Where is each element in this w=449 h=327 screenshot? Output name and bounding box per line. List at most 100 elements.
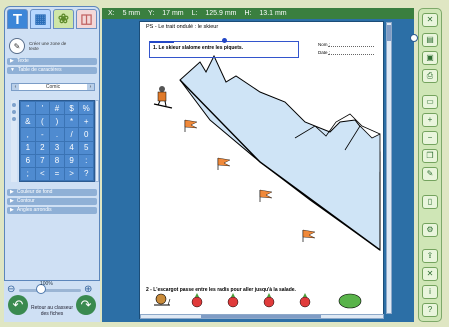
char-cell[interactable]: /: [64, 128, 79, 141]
char-cell[interactable]: &: [21, 115, 35, 128]
open-button[interactable]: ▤: [422, 33, 438, 47]
char-cell[interactable]: 2: [35, 141, 50, 154]
text-box-icon: ✎: [9, 38, 25, 54]
close-button[interactable]: ✕: [422, 13, 438, 27]
char-cell[interactable]: 4: [64, 141, 79, 154]
y-value: 17 mm: [162, 10, 184, 17]
delete-page-icon: −: [427, 133, 433, 142]
zoom-in-icon[interactable]: ⊕: [84, 285, 92, 295]
char-cell[interactable]: =: [50, 167, 64, 180]
char-cell[interactable]: #: [50, 102, 64, 115]
selection-bar: [150, 41, 174, 43]
open-icon: ▤: [426, 35, 434, 44]
flag-marker: [302, 229, 316, 242]
char-cell[interactable]: 5: [79, 141, 93, 154]
edit-icon: ✎: [426, 169, 434, 178]
delete-page-button[interactable]: −: [422, 131, 438, 145]
page-marker-icon[interactable]: [410, 34, 418, 42]
page-button[interactable]: ▭: [422, 95, 438, 109]
document-vertical-scrollbar[interactable]: [386, 22, 392, 314]
char-cell[interactable]: $: [64, 102, 79, 115]
tab-grid-icon[interactable]: ▦: [30, 9, 51, 29]
zoom-slider[interactable]: [19, 289, 81, 292]
char-cell[interactable]: +: [79, 115, 93, 128]
l-label: L:: [191, 10, 198, 17]
page-title: PS - Le trait ondulé : le skieur: [146, 24, 219, 30]
new-button[interactable]: ▯: [422, 195, 438, 209]
font-next-icon[interactable]: ›: [87, 84, 94, 90]
char-cell[interactable]: <: [35, 167, 50, 180]
coordinates-bar: X: 5 mm Y: 17 mm L: 125.9 mm H: 13.1 mm: [102, 8, 414, 19]
char-cell[interactable]: 0: [79, 128, 93, 141]
section-border[interactable]: ▶ Contour: [7, 198, 97, 205]
section-rounded-corners[interactable]: ▶ Angles arrondis: [7, 207, 97, 214]
redo-button[interactable]: ↷: [76, 295, 96, 315]
x-value: 5 mm: [122, 10, 141, 17]
save-button[interactable]: ▣: [422, 51, 438, 65]
section-bg-color[interactable]: ▶ Couleur de fond: [7, 189, 97, 196]
delete-button[interactable]: ✕: [422, 267, 438, 281]
char-cell[interactable]: 3: [50, 141, 64, 154]
char-cell[interactable]: 9: [64, 154, 79, 167]
back-to-folder-button[interactable]: Retour au classeur des fiches: [30, 305, 74, 317]
char-cell[interactable]: 8: [50, 154, 64, 167]
print-button[interactable]: ⎙: [422, 69, 438, 83]
tab-image-icon[interactable]: ❀: [53, 9, 74, 29]
char-cell[interactable]: ;: [21, 167, 35, 180]
section-text[interactable]: ▶ Texte: [7, 58, 97, 65]
character-table: " ' # $ % & ( ) * + , - . / 0 1 2 3 4 5 …: [19, 100, 95, 182]
section-border-label: Contour: [16, 198, 35, 204]
undo-button[interactable]: ↶: [8, 295, 28, 315]
worksheet-page[interactable]: PS - Le trait ondulé : le skieur 1. Le s…: [140, 22, 383, 318]
snail-figure: [154, 293, 171, 306]
rotate-handle[interactable]: [222, 38, 227, 43]
radish-figure: [299, 293, 311, 308]
char-cell[interactable]: 6: [21, 154, 35, 167]
char-cell[interactable]: -: [35, 128, 50, 141]
document-horizontal-scrollbar[interactable]: [140, 314, 384, 319]
export-button[interactable]: ⇪: [422, 249, 438, 263]
add-page-button[interactable]: +: [422, 113, 438, 127]
tab-shapes-icon[interactable]: ◫: [76, 9, 97, 29]
char-cell[interactable]: :: [79, 154, 93, 167]
radish-figure: [227, 293, 239, 308]
vscroll-thumb[interactable]: [387, 25, 391, 41]
zoom-out-icon[interactable]: ⊖: [7, 285, 15, 295]
edit-button[interactable]: ✎: [422, 167, 438, 181]
help-button[interactable]: ?: [422, 303, 438, 317]
font-prev-icon[interactable]: ‹: [12, 84, 19, 90]
left-tools-panel: T ▦ ❀ ◫ ✎ Créer une zone de texte ▶ Texte…: [4, 6, 100, 322]
instruction-1: 1. Le skieur slalome entre les piquets.: [153, 45, 244, 51]
char-table-scrollbar[interactable]: [95, 100, 99, 182]
char-cell[interactable]: %: [79, 102, 93, 115]
h-label: H:: [244, 10, 252, 17]
selected-text-box[interactable]: 1. Le skieur slalome entre les piquets.: [149, 38, 299, 58]
page-icon: ▭: [426, 97, 434, 106]
settings-button[interactable]: ⚙: [422, 223, 438, 237]
char-cell[interactable]: >: [64, 167, 79, 180]
char-cell[interactable]: *: [64, 115, 79, 128]
x-label: X:: [108, 10, 115, 17]
char-cell[interactable]: 7: [35, 154, 50, 167]
section-char-table[interactable]: ▼ Table de caractères: [7, 67, 97, 74]
skier-figure: [153, 86, 173, 109]
info-icon: i: [429, 287, 431, 296]
char-cell[interactable]: ,: [21, 128, 35, 141]
font-select[interactable]: ‹ Comic ›: [11, 83, 95, 91]
create-text-box-tool[interactable]: ✎ Créer une zone de texte: [9, 35, 97, 57]
char-cell[interactable]: ?: [79, 167, 93, 180]
char-cell[interactable]: ): [50, 115, 64, 128]
char-cell[interactable]: ': [35, 102, 50, 115]
hscroll-thumb[interactable]: [201, 315, 321, 318]
copy-button[interactable]: ❐: [422, 149, 438, 163]
new-icon: ▯: [427, 197, 433, 206]
char-cell[interactable]: .: [50, 128, 64, 141]
char-cell[interactable]: (: [35, 115, 50, 128]
char-cell[interactable]: ": [21, 102, 35, 115]
char-cell[interactable]: 1: [21, 141, 35, 154]
export-icon: ⇪: [426, 251, 434, 260]
tab-text-icon[interactable]: T: [7, 9, 28, 29]
info-button[interactable]: i: [422, 285, 438, 299]
redo-icon: ↷: [80, 297, 92, 312]
name-line: [328, 46, 374, 47]
